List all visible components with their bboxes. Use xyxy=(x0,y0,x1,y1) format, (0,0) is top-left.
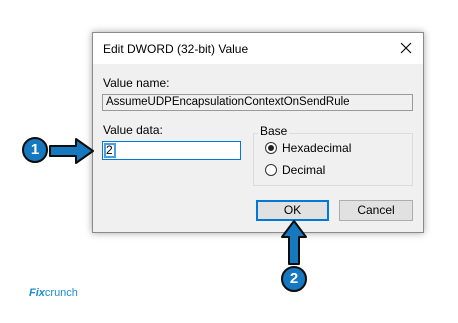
text-selection-highlight xyxy=(104,143,116,158)
cancel-button[interactable]: Cancel xyxy=(339,200,413,221)
radio-button[interactable] xyxy=(265,164,277,176)
title-bar: Edit DWORD (32-bit) Value xyxy=(93,33,423,64)
edit-dword-dialog: Edit DWORD (32-bit) Value Value name: As… xyxy=(92,32,424,233)
radio-dot xyxy=(268,145,274,151)
value-name-field[interactable]: AssumeUDPEncapsulationContextOnSendRule xyxy=(102,94,413,111)
up-arrow-icon xyxy=(281,220,307,265)
close-button[interactable] xyxy=(389,33,423,64)
dialog-title: Edit DWORD (32-bit) Value xyxy=(103,42,249,56)
ok-button[interactable]: OK xyxy=(256,200,329,221)
value-data-label: Value data: xyxy=(103,123,163,137)
radio-decimal-label: Decimal xyxy=(282,163,326,177)
fixcrunch-logo: Fixcrunch xyxy=(29,287,78,299)
logo-crunch-text: crunch xyxy=(44,287,78,299)
radio-button-selected[interactable] xyxy=(265,142,277,154)
callout-badge-1: 1 xyxy=(22,137,48,163)
close-icon xyxy=(400,42,412,54)
base-label: Base xyxy=(258,124,290,138)
logo-fix-text: Fix xyxy=(29,287,45,299)
value-data-input[interactable]: 2 xyxy=(102,141,241,160)
right-arrow-icon xyxy=(49,138,94,164)
radio-hexadecimal-label: Hexadecimal xyxy=(282,141,352,155)
callout-badge-2: 2 xyxy=(281,266,307,292)
value-name-label: Value name: xyxy=(103,76,170,90)
